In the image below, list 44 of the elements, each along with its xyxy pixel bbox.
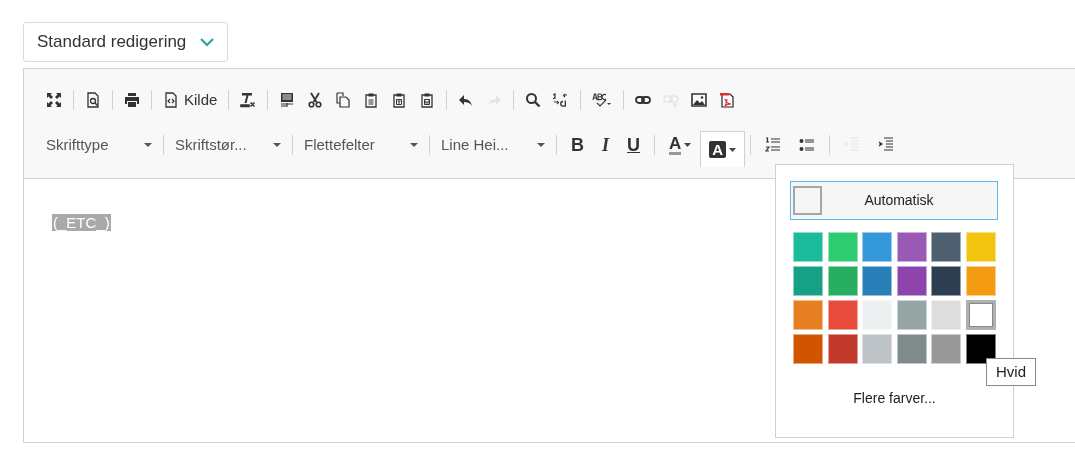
bulleted-list-icon (799, 137, 816, 153)
spellcheck-icon (592, 92, 613, 108)
font-combo[interactable]: Skrifttype (40, 131, 158, 159)
mode-dropdown[interactable]: Standard redigering (23, 22, 229, 62)
tooltip: Hvid (986, 358, 1036, 386)
automatic-color-button[interactable]: Automatisk (790, 181, 998, 220)
template-icon (279, 92, 296, 108)
merge-field: (_ETC_) (52, 214, 111, 231)
more-colors-link[interactable]: Flere farver... (853, 388, 936, 409)
source-icon (163, 92, 179, 108)
color-swatch[interactable] (965, 300, 996, 330)
background-color-button[interactable]: A (700, 131, 746, 167)
indent-icon (878, 137, 895, 153)
source-button[interactable]: Kilde (157, 86, 224, 114)
replace-icon (553, 92, 570, 108)
paste-icon (363, 92, 380, 108)
caret-icon (537, 142, 545, 148)
remove-format-icon (240, 92, 257, 108)
numbered-list-icon (765, 137, 782, 153)
preview-icon (85, 92, 101, 108)
font-combo[interactable]: Line Hei... (435, 131, 551, 159)
caret-icon (273, 142, 281, 148)
print-icon (124, 92, 140, 108)
copy-icon (335, 92, 352, 108)
search-icon (525, 92, 542, 108)
font-combo[interactable]: Flettefelter (298, 131, 424, 159)
pdf-icon (719, 92, 736, 108)
color-preview (793, 186, 822, 215)
italic-button[interactable]: I (593, 131, 618, 159)
underline-button[interactable]: U (618, 131, 649, 159)
dropdown-value: Standard redigering (37, 31, 187, 54)
font-combo[interactable]: Skriftstør... (169, 131, 287, 159)
paste-word-icon (419, 92, 436, 108)
caret-icon (144, 142, 152, 148)
fullscreen-icon (46, 92, 62, 108)
chevron-down-icon (200, 37, 215, 47)
caret-icon (410, 142, 418, 148)
caret-icon (684, 143, 692, 147)
bold-button[interactable]: B (562, 131, 593, 159)
text-color-button[interactable]: A (660, 131, 701, 159)
paste-text-icon (391, 92, 408, 108)
scissors-icon (307, 92, 324, 108)
caret-icon (729, 147, 737, 152)
image-icon (691, 92, 708, 108)
